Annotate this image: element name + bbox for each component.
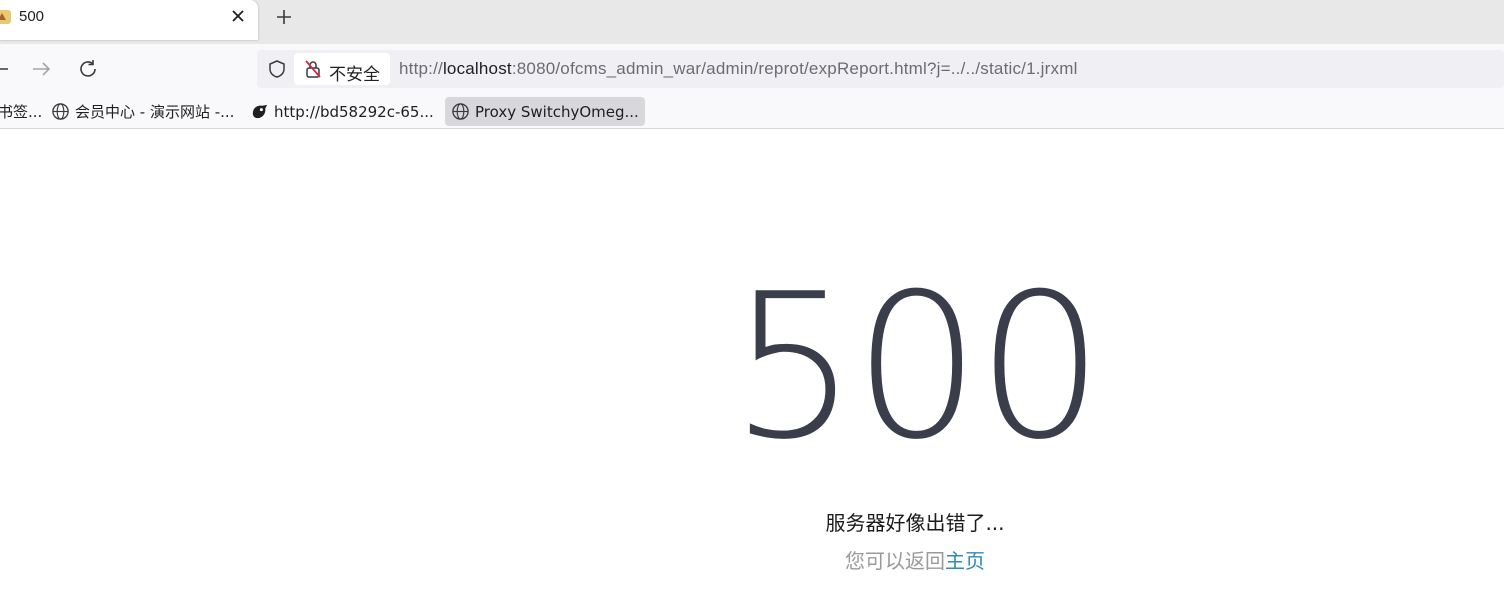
bookmark-label: 会员中心 - 演示网站 -... bbox=[75, 103, 235, 121]
bookmark-label: Proxy SwitchyOmeg... bbox=[475, 102, 639, 121]
forward-arrow-icon[interactable] bbox=[31, 58, 53, 80]
bookmarks-bar: 书签... 会员中心 - 演示网站 -... http://bd58292c-6… bbox=[0, 94, 1504, 129]
url-prefix: http:// bbox=[399, 59, 443, 78]
url-host: localhost bbox=[442, 59, 512, 78]
return-prefix: 您可以返回 bbox=[845, 549, 945, 573]
page-content: 500 服务器好像出错了... 您可以返回主页 bbox=[0, 130, 1504, 591]
tab-active[interactable]: 500 bbox=[0, 0, 258, 40]
reload-icon[interactable] bbox=[77, 58, 99, 80]
shield-icon[interactable] bbox=[267, 59, 287, 79]
error-message: 服务器好像出错了... bbox=[825, 511, 1005, 535]
error-code: 500 bbox=[730, 251, 1104, 484]
bookmark-item-proxy-switchyomega[interactable]: Proxy SwitchyOmeg... bbox=[445, 97, 645, 126]
globe-icon bbox=[52, 103, 69, 120]
bookmark-label: http://bd58292c-65... bbox=[274, 102, 434, 121]
bird-icon bbox=[252, 104, 268, 119]
back-arrow-icon[interactable] bbox=[0, 58, 10, 80]
security-label: 不安全 bbox=[329, 65, 380, 85]
globe-icon bbox=[452, 103, 469, 120]
tab-title: 500 bbox=[19, 8, 45, 25]
close-icon[interactable] bbox=[228, 6, 248, 26]
url-path: :8080/ofcms_admin_war/admin/reprot/expRe… bbox=[511, 59, 1078, 78]
security-indicator[interactable]: 不安全 bbox=[294, 53, 390, 85]
navigation-toolbar: 不安全 http://localhost:8080/ofcms_admin_wa… bbox=[0, 44, 1504, 94]
tab-strip: 500 bbox=[0, 0, 1504, 44]
error-return-hint: 您可以返回主页 bbox=[700, 545, 1130, 574]
bookmark-item-folder[interactable]: 书签... bbox=[0, 97, 48, 126]
insecure-lock-icon bbox=[305, 60, 321, 78]
cat-favicon-icon bbox=[0, 10, 11, 24]
url-text[interactable]: http://localhost:8080/ofcms_admin_war/ad… bbox=[399, 59, 1078, 79]
home-link[interactable]: 主页 bbox=[945, 549, 985, 573]
bookmark-label: 书签... bbox=[0, 103, 43, 121]
bookmark-item-bd58292c[interactable]: http://bd58292c-65... bbox=[244, 97, 440, 126]
plus-icon[interactable] bbox=[274, 7, 294, 27]
bookmark-item-member-center[interactable]: 会员中心 - 演示网站 -... bbox=[45, 97, 240, 126]
address-bar[interactable]: 不安全 http://localhost:8080/ofcms_admin_wa… bbox=[257, 50, 1504, 88]
